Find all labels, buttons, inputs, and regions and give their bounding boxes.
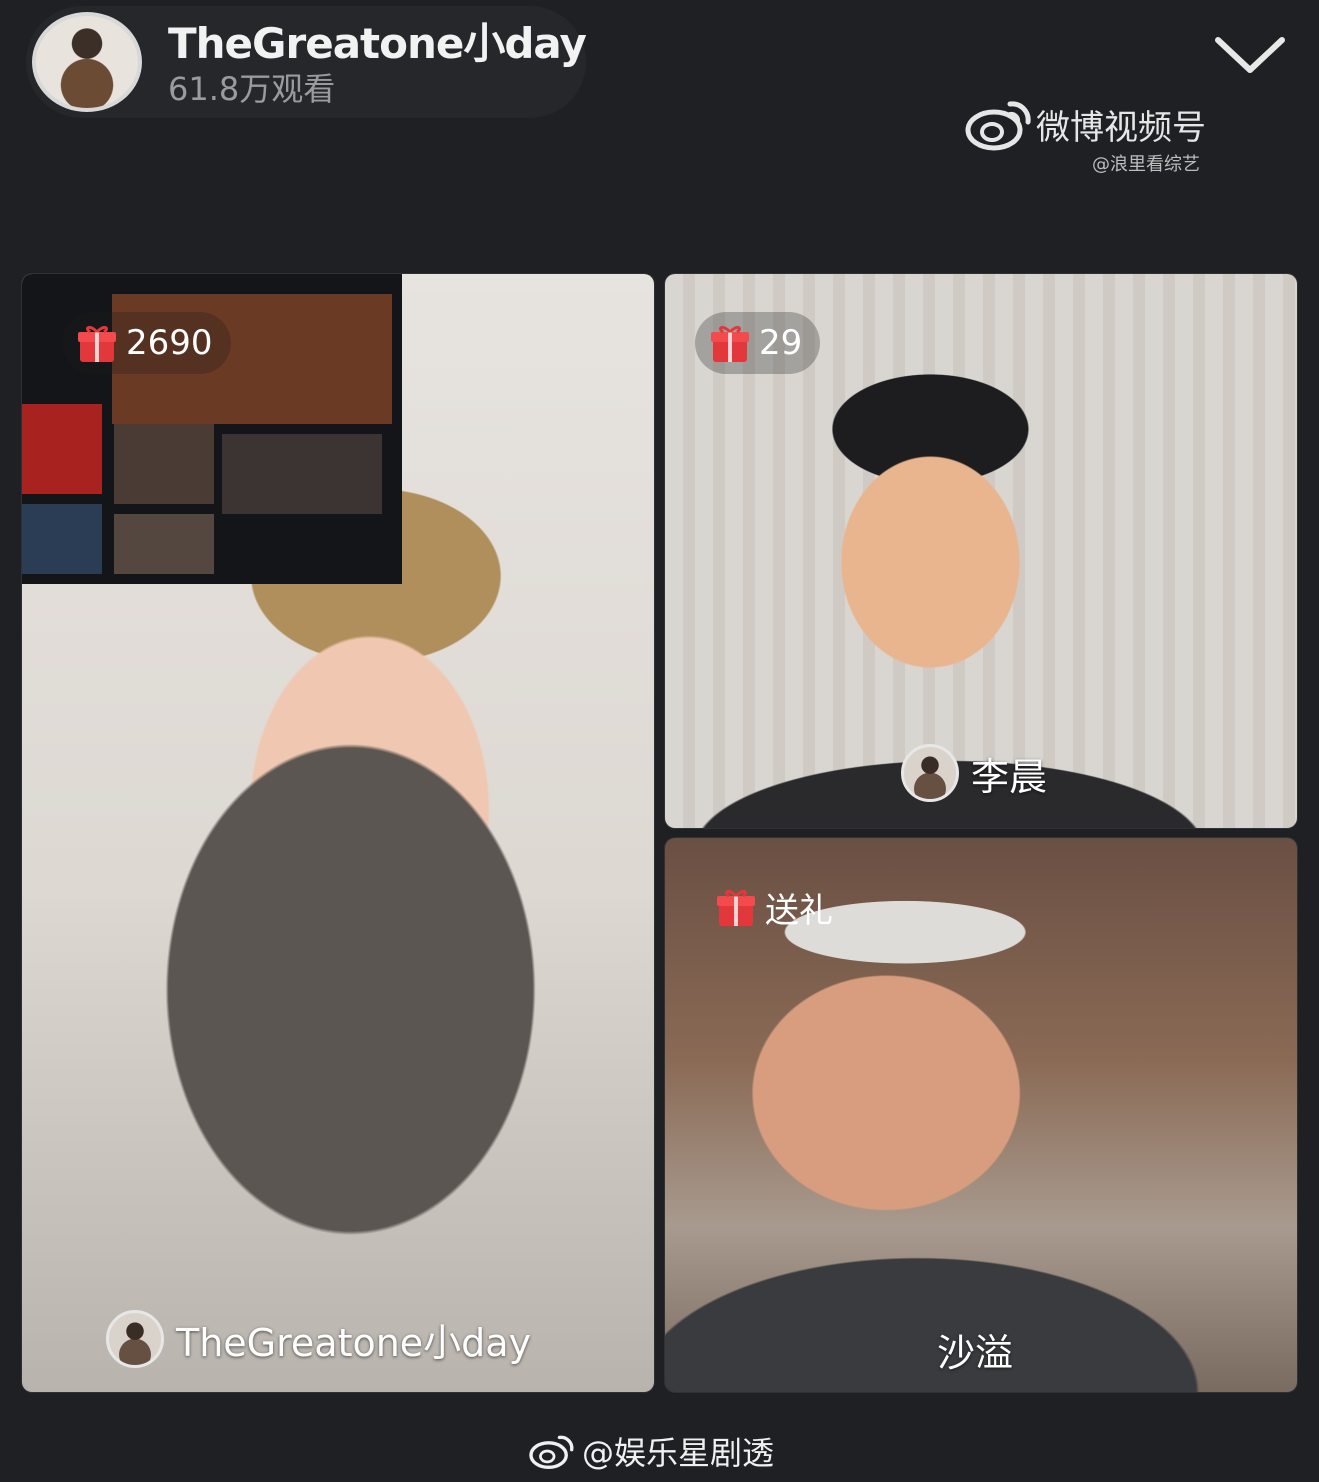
gift-counter[interactable]: 2690 — [62, 312, 231, 374]
live-header: TheGreatone小day 61.8万观看 微博视频号 @浪里看综艺 — [0, 0, 1319, 175]
host-avatar[interactable] — [32, 12, 142, 112]
send-gift-button[interactable]: 送礼 — [701, 876, 851, 938]
send-gift-label: 送礼 — [765, 890, 833, 931]
gift-counter[interactable]: 29 — [695, 312, 821, 374]
streamer-tag[interactable]: 李晨 — [901, 744, 1047, 802]
gift-icon — [717, 889, 755, 926]
gift-count: 29 — [759, 323, 803, 363]
streamer-avatar — [106, 1310, 164, 1368]
streamer-avatar — [901, 744, 959, 802]
collapse-button[interactable] — [1210, 22, 1290, 92]
streamer-tag[interactable]: 沙溢 — [937, 1322, 1013, 1377]
watermark-text: @娱乐星剧透 — [582, 1434, 775, 1472]
streamer-name: TheGreatone小day — [176, 1320, 532, 1365]
live-tile-host[interactable]: 2690 TheGreatone小day — [22, 274, 654, 1392]
gift-icon — [711, 325, 749, 362]
weibo-watermark: @娱乐星剧透 — [528, 1428, 774, 1474]
gift-icon — [78, 325, 116, 362]
weibo-logo-icon — [965, 101, 1031, 151]
weibo-logo-icon — [529, 1435, 574, 1469]
host-name: TheGreatone小day — [168, 19, 587, 68]
streamer-tag[interactable]: TheGreatone小day — [106, 1310, 531, 1368]
streamer-name: 李晨 — [971, 754, 1048, 799]
streamer-name: 沙溢 — [937, 1331, 1014, 1375]
gift-count: 2690 — [126, 323, 213, 363]
chevron-down-icon — [1215, 37, 1285, 73]
view-count: 61.8万观看 — [168, 70, 336, 108]
weibo-video-brand: 微博视频号 — [1036, 108, 1206, 148]
live-tile-guest-1[interactable]: 29 李晨 — [665, 274, 1297, 828]
brand-handle: @浪里看综艺 — [1092, 154, 1200, 175]
live-tile-guest-2[interactable]: 送礼 沙溢 — [665, 838, 1297, 1392]
